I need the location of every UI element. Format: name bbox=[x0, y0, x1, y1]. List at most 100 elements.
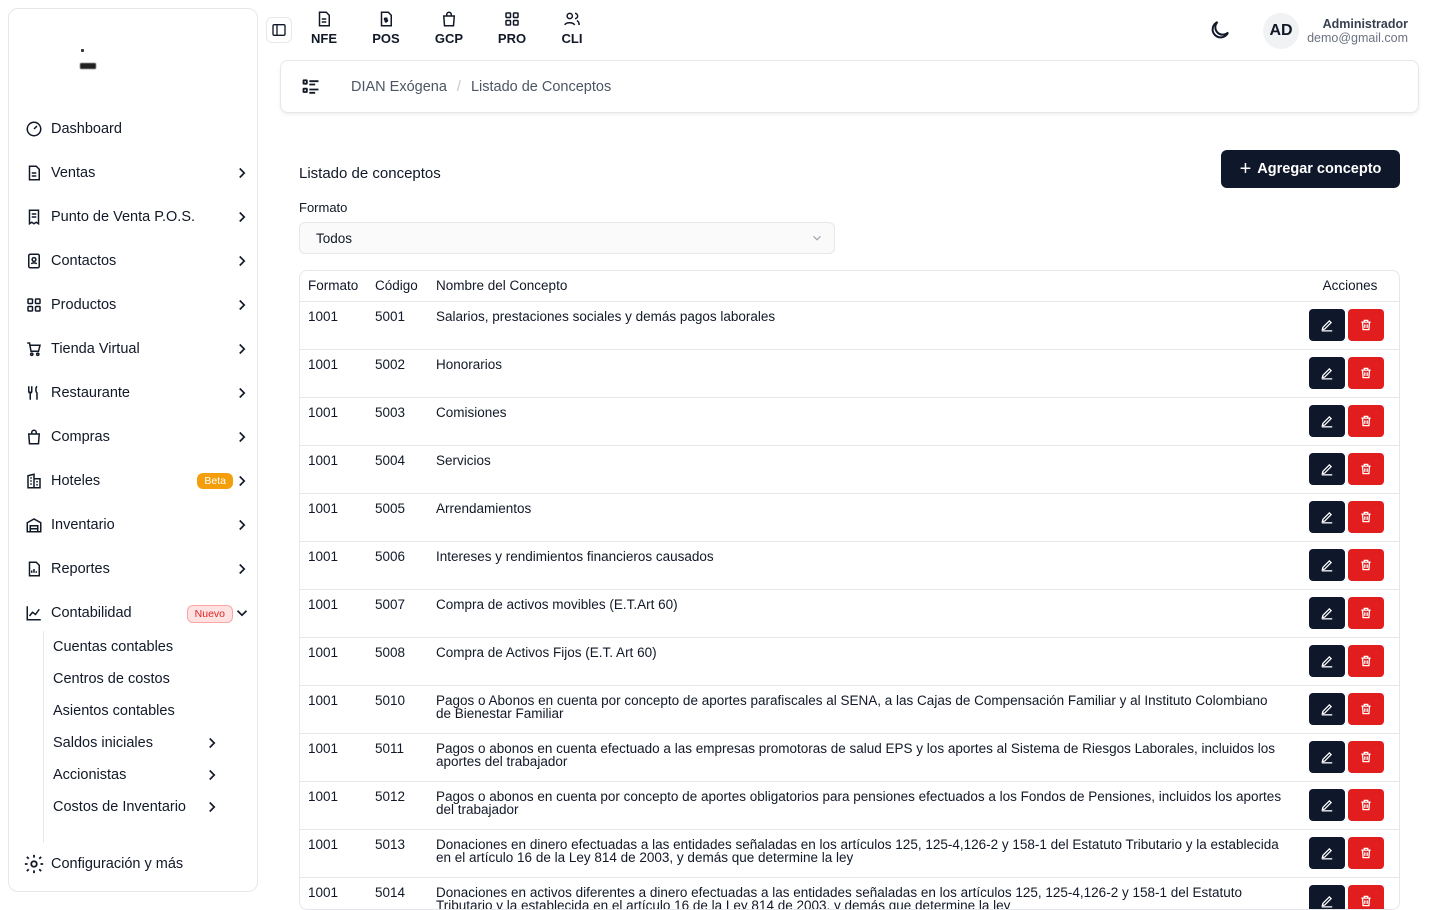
cell-nombre: Donaciones en activos diferentes a diner… bbox=[428, 877, 1301, 909]
delete-button[interactable] bbox=[1348, 309, 1384, 341]
edit-button[interactable] bbox=[1309, 453, 1345, 485]
pencil-icon bbox=[1321, 416, 1333, 428]
chevron-right-icon bbox=[239, 519, 246, 531]
cell-codigo: 5007 bbox=[367, 589, 428, 638]
edit-button[interactable] bbox=[1309, 357, 1345, 389]
edit-button[interactable] bbox=[1309, 789, 1345, 821]
cell-acciones bbox=[1301, 733, 1399, 782]
sidebar-item-dashboard[interactable]: Dashboard bbox=[23, 107, 251, 151]
sidebar-item-label: Reportes bbox=[51, 561, 110, 577]
chart-icon bbox=[23, 602, 45, 624]
module-nfe[interactable]: NFE bbox=[304, 10, 344, 46]
company-logo[interactable] bbox=[80, 43, 121, 73]
moon-icon[interactable] bbox=[1208, 18, 1232, 42]
sidebar-item-label: Hoteles bbox=[51, 473, 101, 489]
config-button[interactable]: Configuración y más bbox=[23, 849, 183, 879]
add-concept-button[interactable]: + Agregar concepto bbox=[1221, 150, 1400, 188]
delete-button[interactable] bbox=[1348, 453, 1384, 485]
subnav-item-asientos-contables[interactable]: Asientos contables bbox=[44, 695, 223, 727]
module-pro[interactable]: PRO bbox=[492, 10, 532, 46]
delete-button[interactable] bbox=[1348, 405, 1384, 437]
delete-button[interactable] bbox=[1348, 693, 1384, 725]
user-name: Administrador bbox=[1322, 17, 1408, 31]
trash-icon bbox=[1361, 415, 1371, 427]
delete-button[interactable] bbox=[1348, 549, 1384, 581]
sidebar-item-label: Productos bbox=[51, 297, 117, 313]
user-info[interactable]: Administrador demo@gmail.com bbox=[1307, 17, 1408, 45]
sidebar-item-reportes[interactable]: Reportes bbox=[23, 547, 251, 591]
sidebar-item-ventas[interactable]: Ventas bbox=[23, 151, 251, 195]
sidebar-item-productos[interactable]: Productos bbox=[23, 283, 251, 327]
concepts-table: Formato Código Nombre del Concepto Accio… bbox=[299, 270, 1400, 910]
subnav-item-cuentas-contables[interactable]: Cuentas contables bbox=[44, 631, 223, 663]
edit-button[interactable] bbox=[1309, 501, 1345, 533]
edit-button[interactable] bbox=[1309, 645, 1345, 677]
cell-acciones bbox=[1301, 877, 1399, 909]
delete-button[interactable] bbox=[1348, 885, 1384, 909]
sidebar-item-label: Tienda Virtual bbox=[51, 341, 140, 357]
cell-nombre: Arrendamientos bbox=[428, 493, 1301, 542]
sidebar-item-label: Compras bbox=[51, 429, 110, 445]
report-icon bbox=[23, 558, 45, 580]
table-header-row: Formato Código Nombre del Concepto Accio… bbox=[300, 271, 1399, 302]
edit-button[interactable] bbox=[1309, 837, 1345, 869]
sidebar-item-contactos[interactable]: Contactos bbox=[23, 239, 251, 283]
cell-formato: 1001 bbox=[300, 445, 367, 494]
cell-acciones bbox=[1301, 781, 1399, 830]
add-concept-label: Agregar concepto bbox=[1257, 161, 1382, 177]
delete-button[interactable] bbox=[1348, 501, 1384, 533]
cell-nombre: Salarios, prestaciones sociales y demás … bbox=[428, 301, 1301, 350]
sidebar-item-pos[interactable]: Punto de Venta P.O.S. bbox=[23, 195, 251, 239]
document-icon bbox=[23, 162, 45, 184]
edit-button[interactable] bbox=[1309, 693, 1345, 725]
delete-button[interactable] bbox=[1348, 741, 1384, 773]
delete-button[interactable] bbox=[1348, 837, 1384, 869]
topbar: NFE POS GCP PRO CLI AD Administrador dem… bbox=[258, 0, 1440, 60]
beta-badge: Beta bbox=[197, 473, 233, 489]
subnav-item-accionistas[interactable]: Accionistas bbox=[44, 759, 223, 791]
subnav-item-centros-de-costos[interactable]: Centros de costos bbox=[44, 663, 223, 695]
delete-button[interactable] bbox=[1348, 357, 1384, 389]
edit-button[interactable] bbox=[1309, 549, 1345, 581]
cell-formato: 1001 bbox=[300, 493, 367, 542]
table-row: 1001 5005 Arrendamientos bbox=[300, 493, 1399, 542]
module-pos[interactable]: POS bbox=[366, 10, 406, 46]
sidebar-item-hoteles[interactable]: Hoteles Beta bbox=[23, 459, 251, 503]
edit-button[interactable] bbox=[1309, 309, 1345, 341]
sidebar-item-inventario[interactable]: Inventario bbox=[23, 503, 251, 547]
header-acciones: Acciones bbox=[1301, 271, 1399, 302]
cell-codigo: 5012 bbox=[367, 781, 428, 830]
cell-nombre: Pagos o Abonos en cuenta por concepto de… bbox=[428, 685, 1301, 734]
cell-formato: 1001 bbox=[300, 781, 367, 830]
edit-button[interactable] bbox=[1309, 405, 1345, 437]
edit-button[interactable] bbox=[1309, 885, 1345, 909]
table-row: 1001 5007 Compra de activos movibles (E.T.… bbox=[300, 589, 1399, 638]
delete-button[interactable] bbox=[1348, 789, 1384, 821]
delete-button[interactable] bbox=[1348, 645, 1384, 677]
trash-icon bbox=[1361, 655, 1371, 667]
cell-acciones bbox=[1301, 829, 1399, 878]
edit-button[interactable] bbox=[1309, 741, 1345, 773]
sidebar-item-restaurante[interactable]: Restaurante bbox=[23, 371, 251, 415]
module-cli[interactable]: CLI bbox=[552, 10, 592, 46]
subnav-item-saldos-iniciales[interactable]: Saldos iniciales bbox=[44, 727, 223, 759]
subnav-item-costos-de-inventario[interactable]: Costos de Inventario bbox=[44, 791, 223, 823]
breadcrumb-parent[interactable]: DIAN Exógena bbox=[351, 79, 447, 95]
list-icon[interactable] bbox=[301, 77, 321, 97]
trash-icon bbox=[1361, 511, 1371, 523]
module-gcp[interactable]: GCP bbox=[429, 10, 469, 46]
sidebar-item-contabilidad[interactable]: Contabilidad Nuevo bbox=[23, 591, 251, 635]
delete-button[interactable] bbox=[1348, 597, 1384, 629]
format-select[interactable]: Todos bbox=[299, 222, 835, 254]
sidebar-toggle-button[interactable] bbox=[266, 17, 292, 43]
avatar[interactable]: AD bbox=[1263, 13, 1299, 49]
sidebar-nav: Dashboard Ventas Punto de Venta P.O.S. C… bbox=[23, 107, 251, 635]
chevron-right-icon bbox=[239, 255, 246, 267]
grid-icon bbox=[23, 294, 45, 316]
edit-button[interactable] bbox=[1309, 597, 1345, 629]
sidebar-item-compras[interactable]: Compras bbox=[23, 415, 251, 459]
sidebar-item-tienda-virtual[interactable]: Tienda Virtual bbox=[23, 327, 251, 371]
cell-acciones bbox=[1301, 493, 1399, 542]
receipt-icon bbox=[23, 206, 45, 228]
cell-codigo: 5006 bbox=[367, 541, 428, 590]
